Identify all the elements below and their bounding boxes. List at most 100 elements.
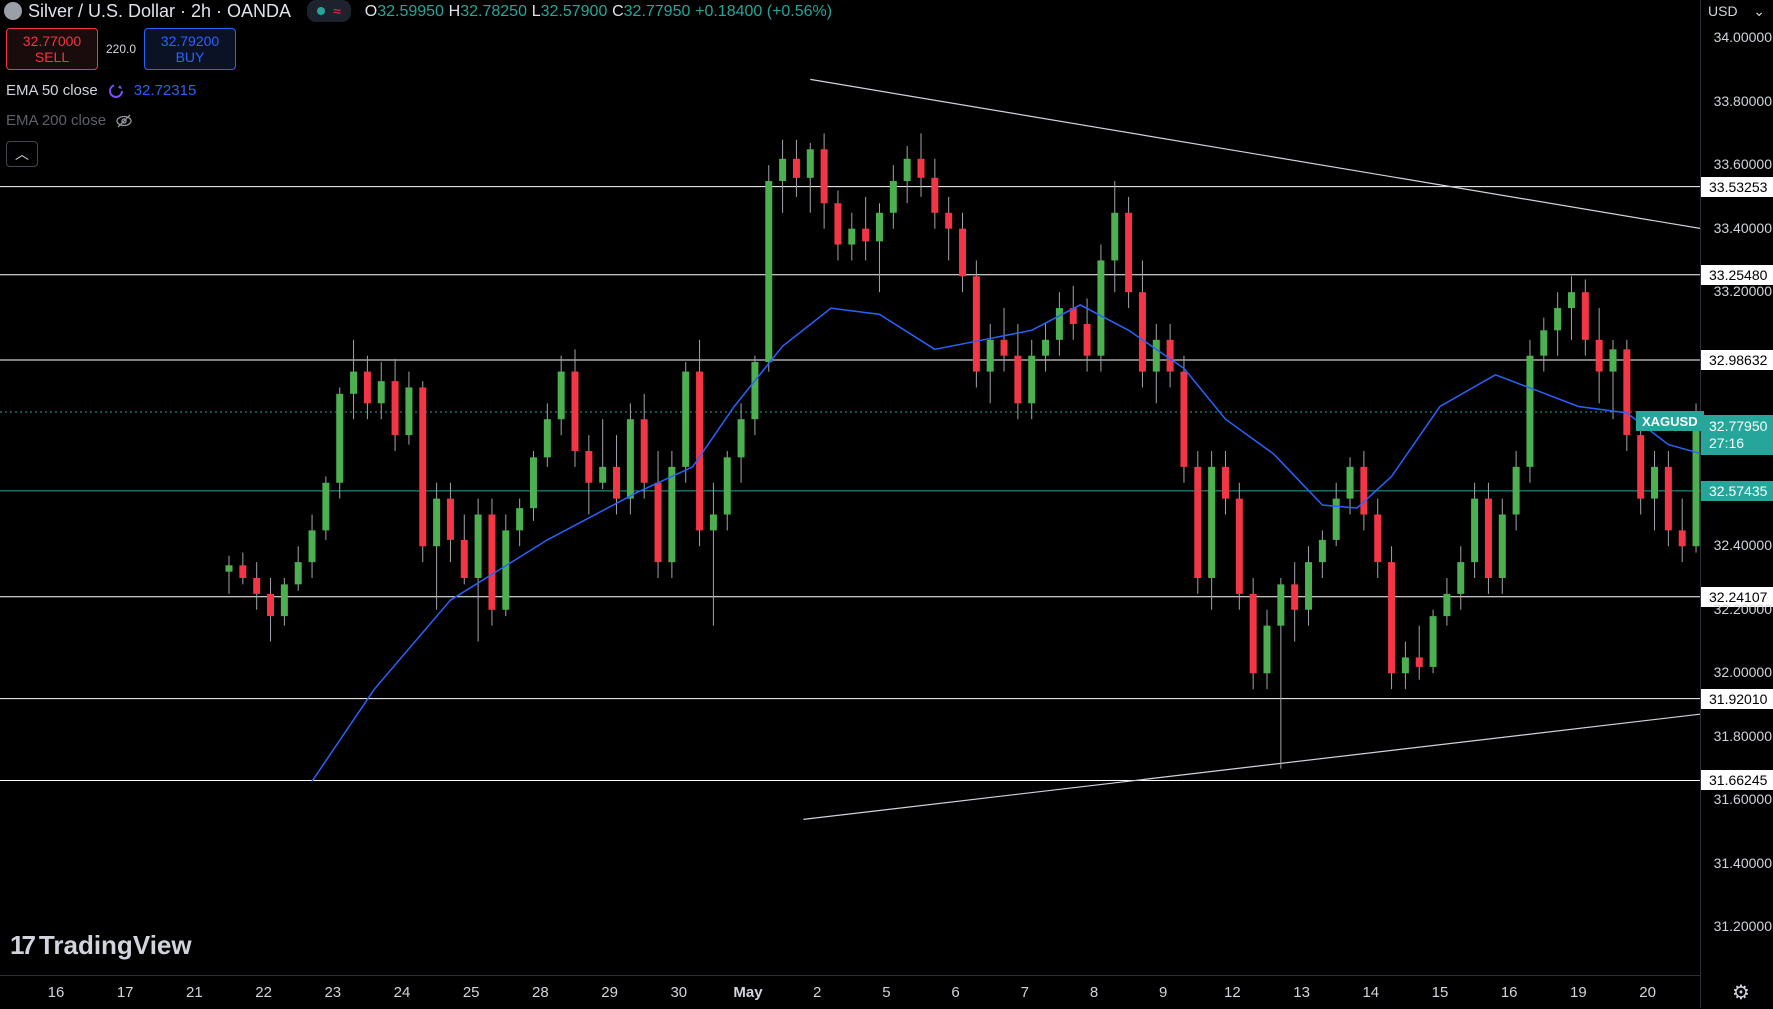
candle [474,498,482,642]
candle [862,196,870,261]
candle [1055,292,1063,356]
candle-body [613,466,621,499]
time-tick-label: 21 [186,984,203,1001]
candle-body [1235,498,1243,594]
hidden-eye-icon[interactable] [116,113,132,129]
candle-body [1318,539,1326,563]
candle-body [959,228,967,277]
candle-body [377,381,385,404]
candle [1429,609,1437,674]
candle [696,339,704,547]
candle [543,403,551,467]
candle [1595,308,1603,404]
candle-body [1194,466,1202,579]
time-tick-label: 16 [47,984,65,1001]
buy-price: 32.79200 [160,33,220,49]
price-tick-label: 33.40000 [1713,219,1772,236]
candle [709,482,717,626]
time-tick-label: 22 [255,984,272,1001]
candle-body [1554,308,1562,331]
settings-gear-icon[interactable]: ⚙ [1732,980,1750,1005]
candle-body [599,466,607,483]
close-label: C [612,3,624,20]
collapse-legend-button[interactable]: ︿ [6,141,38,167]
currency-select[interactable]: USD ⌄ [1700,0,1773,22]
candle-body [1125,212,1133,293]
candle-body [931,177,939,213]
candle-body [474,514,482,579]
symbol-price-tag: XAGUSD [1636,411,1704,431]
candle [1664,450,1672,547]
candle [557,355,565,436]
price-axis[interactable]: 33.53253 33.25480 32.98632 32.57435 32.24107… [1700,0,1773,1008]
candle-body [1042,339,1050,356]
candle [640,393,648,499]
price-tick-label: 32.40000 [1713,537,1772,554]
candle [280,578,288,626]
candle-body [1581,292,1589,340]
candle-body [391,381,399,436]
time-axis[interactable]: 16 17 21 22 23 24 25 28 29 30 May 2 5 6 7 8 9 12 13 14 15 16 1… [0,975,1700,1009]
candle [1567,276,1575,340]
candle-body [294,562,302,585]
candle-body [1332,498,1340,540]
candle-body [1097,260,1105,356]
buy-button[interactable]: 32.79200 BUY [144,28,236,70]
candle-body [502,530,510,610]
candle [460,514,468,585]
candle [792,139,800,197]
candle [986,323,994,404]
candle-body [280,584,288,617]
candle [848,212,856,261]
candle-body [889,181,897,213]
price-chart-plot[interactable] [0,0,1700,975]
candle [1318,530,1326,579]
candle [336,387,344,499]
candle [1152,323,1160,404]
candle [1097,244,1105,372]
change-value: +0.18400 (+0.56%) [695,3,833,20]
candle [1415,625,1423,680]
low-label: L [531,3,541,20]
candle-body [1180,371,1188,467]
candle-body [1484,498,1492,579]
candle-body [1305,562,1313,610]
candle [1277,578,1285,769]
candle [350,339,358,420]
ema200-legend[interactable]: EMA 200 close [6,112,132,129]
candle-body [585,450,593,483]
candle-body [1083,323,1091,356]
sell-button[interactable]: 32.77000 SELL [6,28,98,70]
candle-body [1346,466,1354,499]
price-tick-label: 32.20000 [1713,600,1772,617]
candle [1235,482,1243,610]
time-tick-label: 9 [1159,984,1168,1001]
candle-body [917,158,925,178]
time-tick-label: 30 [670,984,688,1001]
close-value: 32.77950 [623,3,691,20]
candle-body [460,539,468,579]
candle [682,362,690,483]
candle-body [322,482,330,531]
candle-body [516,508,524,531]
candle-body [1291,584,1299,610]
level-price-label: 32.57435 [1701,480,1773,501]
candle-body [806,149,814,178]
current-price-value: 32.77950 [1709,417,1768,434]
time-tick-label: 5 [882,984,891,1001]
current-price-tag: 32.77950 27:16 [1701,414,1773,455]
time-tick-label: 25 [462,984,480,1001]
time-tick-label: 28 [532,984,549,1001]
candle [945,196,953,261]
candle-body [308,530,316,563]
candle-body [1401,657,1409,674]
candle [446,482,454,563]
trade-panel: 32.77000 SELL 220.0 32.79200 BUY [6,28,236,70]
candle [654,450,662,579]
candle-body [1152,339,1160,372]
market-status[interactable]: ≈ [307,0,351,22]
logo-text: TradingView [38,930,192,960]
symbol-title[interactable]: Silver / U.S. Dollar · 2h · OANDA [28,1,291,22]
candle-body [1498,514,1506,579]
ema50-legend[interactable]: EMA 50 close 32.72315 [6,82,196,99]
